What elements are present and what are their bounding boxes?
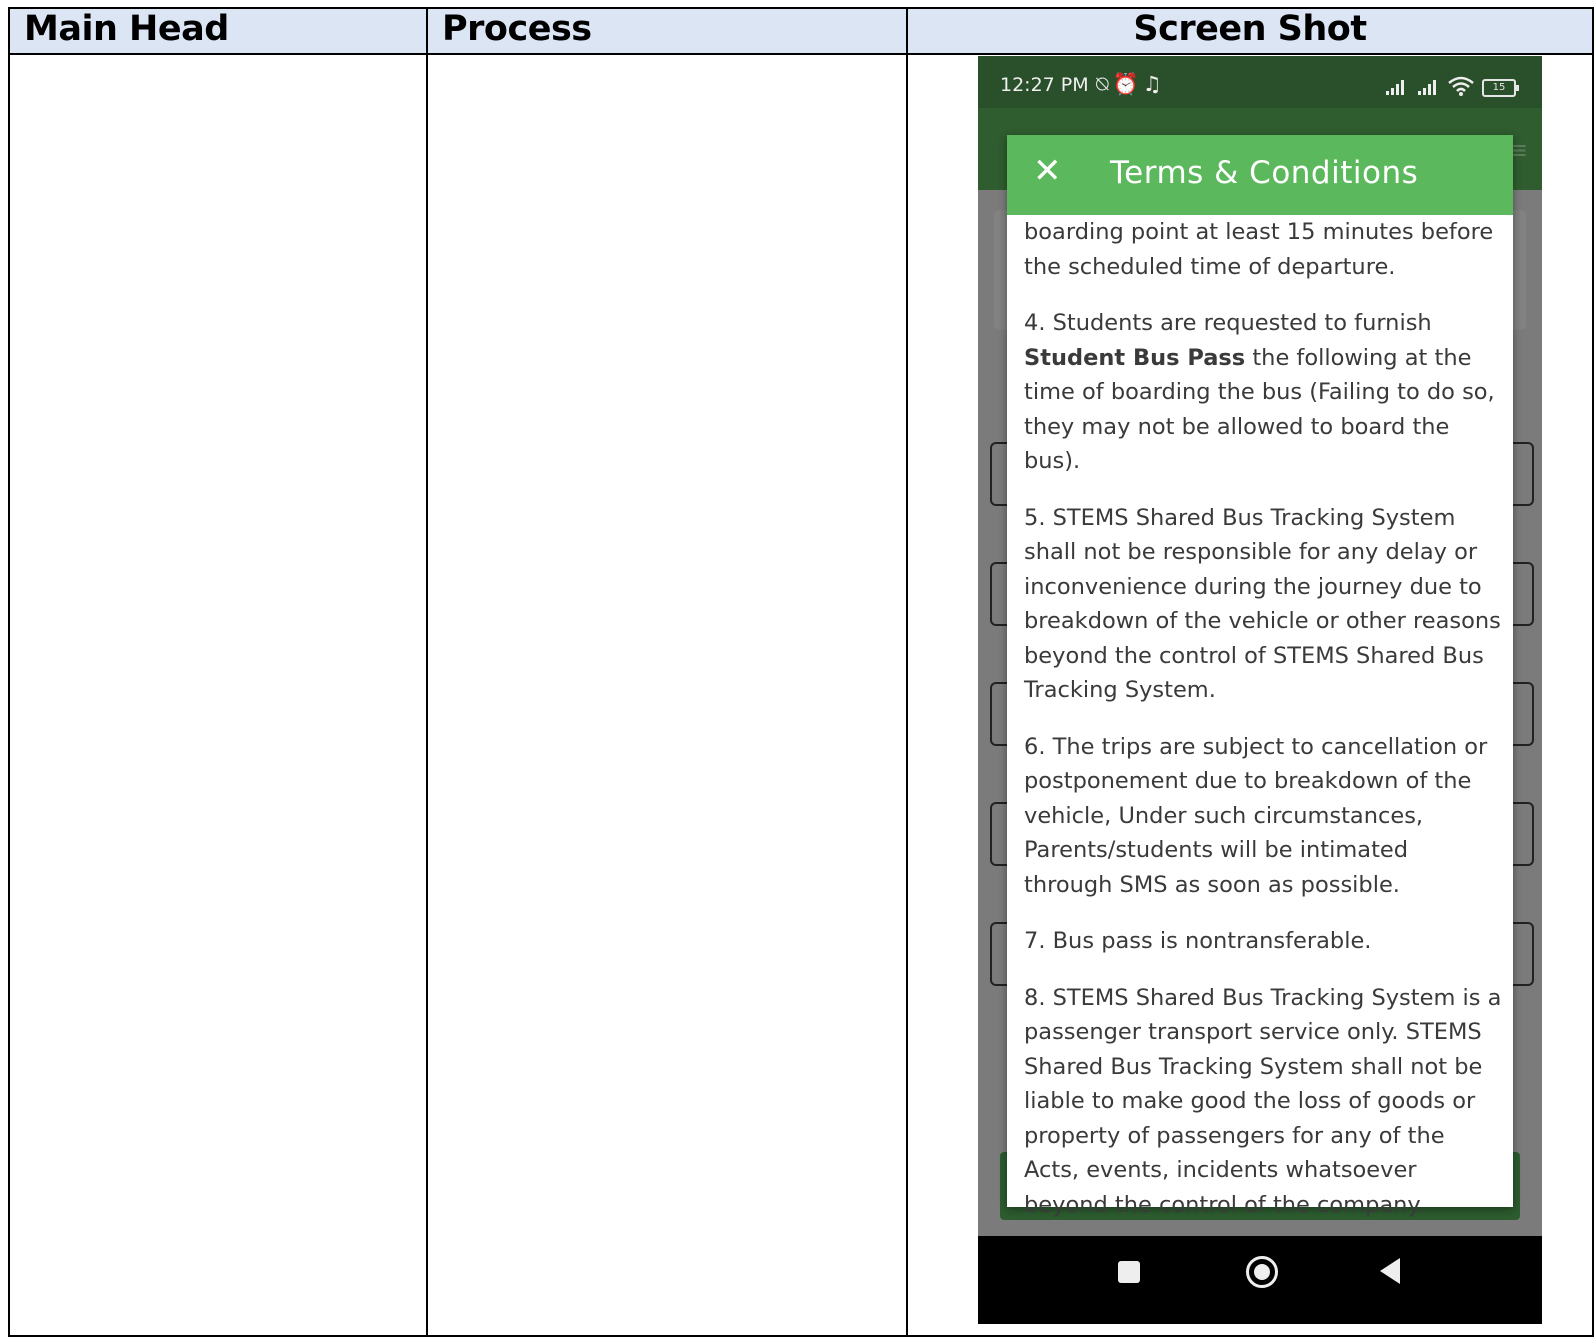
close-icon[interactable]: ✕ — [1033, 151, 1062, 191]
main-head-cell — [8, 53, 428, 1337]
terms-text: 4. Students are requested to furnish — [1024, 310, 1432, 336]
terms-paragraph: boarding point at least 15 minutes befor… — [1024, 219, 1494, 280]
terms-paragraph: 8. STEMS Shared Bus Tracking System is a… — [1024, 984, 1502, 1218]
navigation-bar — [978, 1236, 1542, 1324]
header-row: Main Head Process Screen Shot — [8, 7, 1594, 55]
terms-bold-text: Student Bus Pass — [1024, 344, 1246, 371]
terms-paragraph: 7. Bus pass is nontransferable. — [1024, 928, 1372, 954]
terms-dialog: ✕ Terms & Conditions boarding point at l… — [1007, 135, 1513, 1218]
signal-icon — [1386, 80, 1404, 95]
dialog-header: ✕ Terms & Conditions — [1007, 135, 1513, 215]
status-time: 12:27 PM — [1000, 74, 1089, 96]
signal-icon — [1418, 80, 1436, 95]
status-bar: 12:27 PM ⍉⏰♫ 15 — [978, 56, 1542, 108]
header-screen-shot: Screen Shot — [906, 7, 1594, 55]
process-cell — [426, 53, 908, 1337]
terms-paragraph: 5. STEMS Shared Bus Tracking System shal… — [1024, 504, 1501, 704]
back-icon[interactable] — [1380, 1258, 1400, 1284]
battery-icon: 15 — [1482, 79, 1519, 97]
headset-icon: ♫ — [1142, 72, 1166, 96]
terms-paragraph: 6. The trips are subject to cancellation… — [1024, 733, 1488, 898]
header-main-head: Main Head — [8, 7, 428, 55]
dialog-body[interactable]: boarding point at least 15 minutes befor… — [1007, 215, 1513, 1222]
mute-icon: ⍉ — [1096, 72, 1113, 96]
home-icon[interactable] — [1246, 1256, 1278, 1288]
wifi-icon — [1448, 76, 1474, 96]
status-icons: ⍉⏰♫ — [1096, 72, 1166, 97]
header-process: Process — [426, 7, 908, 55]
alarm-icon: ⏰ — [1112, 72, 1143, 96]
dialog-title: Terms & Conditions — [1110, 155, 1419, 191]
terms-paragraph: 4. Students are requested to furnish Stu… — [1024, 306, 1503, 479]
recents-icon[interactable] — [1118, 1261, 1140, 1283]
phone-screenshot: 12:27 PM ⍉⏰♫ 15 ≡ ✕ Terms & Conditions b… — [978, 56, 1542, 1324]
